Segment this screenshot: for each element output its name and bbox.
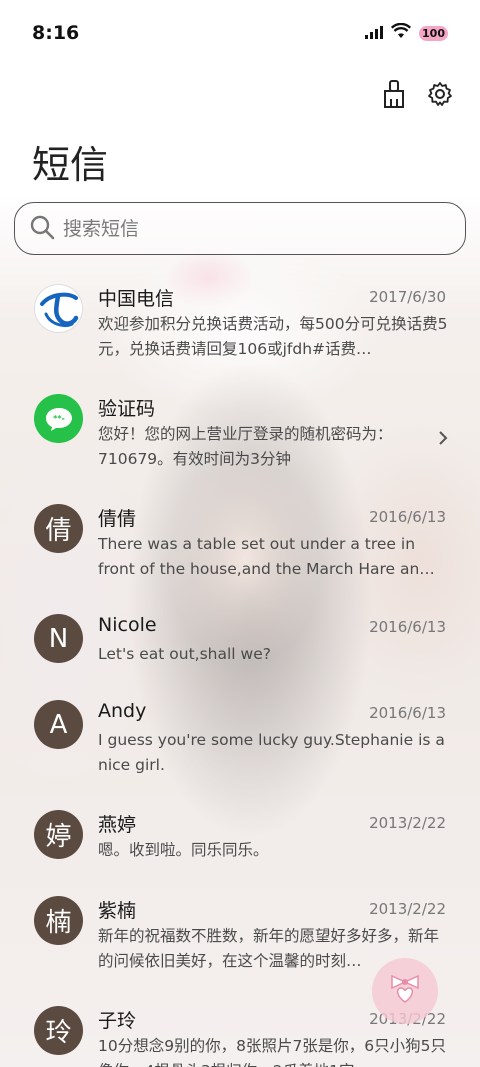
gear-icon[interactable] (426, 78, 454, 110)
message-bubble-icon: **- (34, 394, 83, 443)
conversation-item[interactable]: 倩 倩倩 2016/6/13 There was a table set out… (0, 490, 480, 590)
message-date: 2013/2/22 (369, 900, 446, 918)
message-preview: There was a table set out under a tree i… (98, 535, 435, 578)
message-preview: 10分想念9别的你，8张照片7张是你，6只小狗5只像你，4根骨头3根归你，2爪着… (98, 1037, 447, 1067)
contact-name: Andy (98, 700, 147, 722)
contact-avatar: 婷 (34, 810, 83, 859)
message-date: 2016/6/13 (369, 508, 446, 526)
status-bar: 8:16 100 (0, 0, 480, 66)
signal-icon (365, 24, 384, 43)
contact-name: 倩倩 (98, 508, 137, 530)
conversation-item[interactable]: N Nicole 2016/6/13 Let's eat out,shall w… (0, 600, 480, 700)
contact-name: 中国电信 (98, 288, 175, 310)
page-title: 短信 (32, 143, 109, 187)
contact-name: 燕婷 (98, 814, 137, 836)
message-preview: Let's eat out,shall we? (98, 645, 271, 663)
contact-avatar: A (34, 700, 83, 749)
contact-name: 子玲 (98, 1010, 137, 1032)
toolbar (380, 78, 454, 110)
message-date: 2013/2/22 (369, 814, 446, 832)
status-time: 8:16 (32, 22, 80, 44)
message-date: 2016/6/13 (369, 618, 446, 636)
contact-avatar: 楠 (34, 896, 83, 945)
contact-name: Nicole (98, 614, 157, 636)
search-icon (29, 214, 55, 244)
svg-text:**-: **- (53, 414, 65, 423)
search-bar[interactable] (14, 202, 466, 255)
contact-name: 紫楠 (98, 900, 137, 922)
telecom-logo-icon (34, 284, 83, 333)
conversation-item[interactable]: 中国电信 2017/6/30 欢迎参加积分兑换话费活动，每500分可兑换话费5元… (0, 270, 480, 370)
search-input[interactable] (63, 217, 443, 240)
message-preview: 欢迎参加积分兑换话费活动，每500分可兑换话费5元，兑换话费请回复106或jfd… (98, 315, 448, 358)
contact-name: 验证码 (98, 398, 156, 420)
floating-action-button[interactable] (372, 958, 438, 1024)
bow-heart-icon (388, 974, 422, 1008)
message-date: 2016/6/13 (369, 704, 446, 722)
chevron-right-icon (438, 430, 448, 450)
contact-avatar: 倩 (34, 504, 83, 553)
message-preview: 嗯。收到啦。同乐同乐。 (98, 841, 269, 859)
conversation-item[interactable]: 婷 燕婷 2013/2/22 嗯。收到啦。同乐同乐。 (0, 796, 480, 896)
status-icons: 100 (365, 22, 448, 43)
conversation-item[interactable]: A Andy 2016/6/13 I guess you're some luc… (0, 686, 480, 786)
message-preview: I guess you're some lucky guy.Stephanie … (98, 731, 445, 774)
message-preview: 您好！您的网上营业厅登录的随机密码为：710679。有效时间为3分钟 (98, 425, 393, 468)
broom-icon[interactable] (380, 78, 408, 110)
conversation-item[interactable]: **- 验证码 您好！您的网上营业厅登录的随机密码为：710679。有效时间为3… (0, 380, 480, 480)
contact-avatar: 玲 (34, 1006, 83, 1055)
wifi-icon (390, 22, 412, 43)
contact-avatar: N (34, 614, 83, 663)
message-date: 2017/6/30 (369, 288, 446, 306)
battery-indicator: 100 (419, 25, 448, 41)
